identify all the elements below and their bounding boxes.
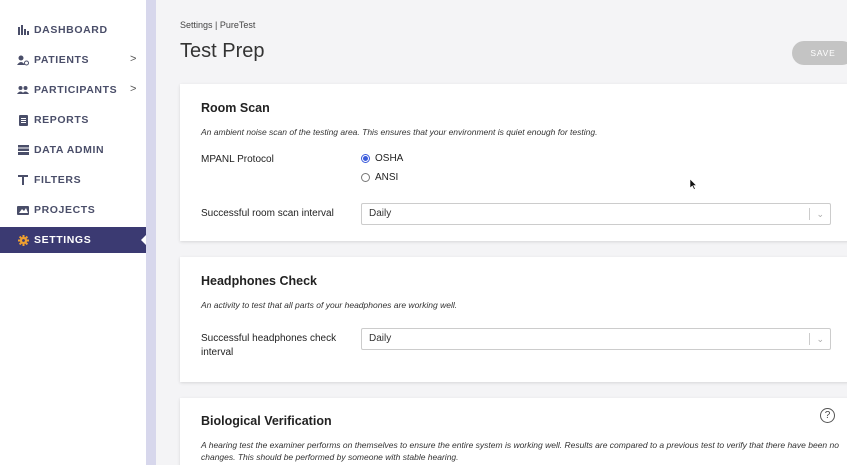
database-icon	[17, 144, 29, 156]
room-scan-interval-value: Daily	[369, 208, 392, 219]
room-scan-interval-label: Successful room scan interval	[201, 208, 334, 219]
sidebar-item-label: SETTINGS	[34, 234, 92, 246]
room-scan-title: Room Scan	[201, 101, 270, 115]
sidebar-item-participants[interactable]: PARTICIPANTS >	[0, 78, 146, 102]
sidebar-item-label: PROJECTS	[34, 204, 96, 216]
help-icon[interactable]: ?	[820, 408, 835, 423]
select-separator	[809, 333, 810, 345]
room-scan-interval-select[interactable]: Daily ⌄	[361, 203, 831, 225]
headphones-check-description: An activity to test that all parts of yo…	[201, 300, 458, 310]
projects-icon	[17, 204, 29, 216]
biological-verification-title: Biological Verification	[201, 414, 332, 428]
bar-chart-icon	[17, 24, 29, 36]
patients-icon	[17, 54, 29, 66]
breadcrumb: Settings | PureTest	[180, 20, 256, 30]
sidebar-item-label: DATA ADMIN	[34, 144, 105, 156]
sidebar-item-patients[interactable]: PATIENTS >	[0, 48, 146, 72]
gear-icon	[17, 234, 29, 246]
headphones-check-title: Headphones Check	[201, 274, 318, 288]
radio-ansi[interactable]: ANSI	[361, 172, 398, 183]
sidebar: DASHBOARD PATIENTS > PARTICIPANTS > REPO…	[0, 0, 147, 465]
main-content: Settings | PureTest Test Prep SAVE Room …	[156, 0, 847, 465]
mpanl-protocol-label: MPANL Protocol	[201, 154, 274, 165]
radio-selected-icon	[361, 154, 370, 163]
chevron-down-icon: ⌄	[816, 209, 824, 219]
select-separator	[809, 208, 810, 220]
room-scan-card: Room Scan An ambient noise scan of the t…	[180, 84, 847, 241]
mouse-cursor-icon	[689, 177, 698, 195]
page-title: Test Prep	[180, 40, 265, 62]
radio-unselected-icon	[361, 173, 370, 182]
report-icon	[17, 114, 29, 126]
headphones-interval-select[interactable]: Daily ⌄	[361, 328, 831, 350]
save-button[interactable]: SAVE	[792, 41, 847, 65]
biological-verification-card: Biological Verification ? A hearing test…	[180, 398, 847, 465]
radio-ansi-label: ANSI	[375, 172, 399, 183]
sidebar-item-label: PATIENTS	[34, 54, 90, 66]
biological-verification-description: A hearing test the examiner performs on …	[201, 440, 839, 462]
sidebar-item-filters[interactable]: FILTERS	[0, 168, 146, 192]
radio-osha-label: OSHA	[375, 153, 404, 164]
sidebar-item-label: FILTERS	[34, 174, 82, 186]
sidebar-item-label: REPORTS	[34, 114, 89, 126]
participants-icon	[17, 84, 29, 96]
sidebar-item-projects[interactable]: PROJECTS	[0, 198, 146, 222]
sidebar-item-label: DASHBOARD	[34, 24, 108, 36]
chevron-down-icon: ⌄	[816, 334, 824, 344]
sidebar-item-reports[interactable]: REPORTS	[0, 108, 146, 132]
radio-osha[interactable]: OSHA	[361, 153, 403, 164]
headphones-interval-label: Successful headphones check interval	[201, 333, 337, 358]
room-scan-description: An ambient noise scan of the testing are…	[201, 127, 598, 137]
sidebar-item-dashboard[interactable]: DASHBOARD	[0, 18, 146, 42]
sidebar-divider	[146, 0, 156, 465]
headphones-interval-value: Daily	[369, 333, 392, 344]
sidebar-item-settings[interactable]: SETTINGS	[0, 227, 147, 253]
chevron-right-icon: >	[129, 53, 137, 65]
chevron-right-icon: >	[129, 83, 137, 95]
sidebar-item-label: PARTICIPANTS	[34, 84, 118, 96]
headphones-check-card: Headphones Check An activity to test tha…	[180, 257, 847, 382]
sidebar-item-data-admin[interactable]: DATA ADMIN	[0, 138, 146, 162]
filter-icon	[17, 174, 29, 186]
